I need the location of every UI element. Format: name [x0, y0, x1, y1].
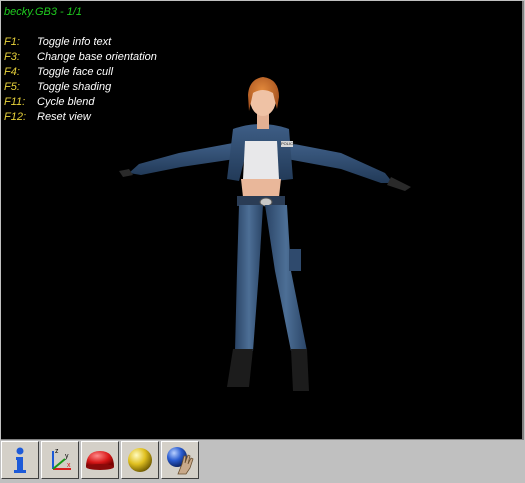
- app-window: becky.GB3 - 1/1 F1: Toggle info text F3:…: [0, 0, 525, 483]
- info-icon: [14, 447, 26, 473]
- yellow-sphere-icon: [128, 448, 152, 472]
- shortcut-row: F3: Change base orientation: [4, 50, 157, 65]
- shortcut-row: F11: Cycle blend: [4, 95, 157, 110]
- blue-sphere-hand-icon: [167, 447, 194, 475]
- face-cull-button[interactable]: [81, 441, 119, 479]
- toolbar: z y x: [1, 441, 201, 482]
- 3d-viewport[interactable]: becky.GB3 - 1/1 F1: Toggle info text F3:…: [1, 1, 524, 440]
- shortcut-key: F5:: [4, 81, 20, 93]
- shortcut-key: F3:: [4, 51, 20, 63]
- badge-text: POLICE: [281, 141, 296, 146]
- shortcut-label: Reset view: [37, 111, 91, 123]
- axis-y-label: y: [65, 453, 69, 460]
- shortcut-key: F1:: [4, 36, 20, 48]
- shortcut-row: F1: Toggle info text: [4, 35, 157, 50]
- red-dome-icon: [86, 451, 114, 470]
- axis-z-label: z: [55, 448, 59, 455]
- shading-button[interactable]: [121, 441, 159, 479]
- axis-x-label: x: [67, 462, 71, 469]
- rotate-view-button[interactable]: [161, 441, 199, 479]
- shortcut-row: F5: Toggle shading: [4, 80, 157, 95]
- shortcut-label: Change base orientation: [37, 51, 157, 63]
- shortcut-label: Cycle blend: [37, 96, 95, 108]
- shortcut-key: F11:: [4, 96, 26, 108]
- info-button[interactable]: [1, 441, 39, 479]
- model-title: becky.GB3 - 1/1: [4, 6, 83, 18]
- shortcut-key: F12:: [4, 111, 27, 123]
- shortcut-label: Toggle face cull: [37, 66, 114, 78]
- shortcut-key: F4:: [4, 66, 20, 78]
- axes-icon: z y x: [52, 448, 71, 470]
- shortcut-row: F4: Toggle face cull: [4, 65, 157, 80]
- shortcut-label: Toggle shading: [37, 81, 112, 93]
- info-overlay: becky.GB3 - 1/1 F1: Toggle info text F3:…: [4, 5, 157, 125]
- shortcut-label: Toggle info text: [37, 36, 112, 48]
- shortcut-row: F12: Reset view: [4, 110, 157, 125]
- axes-button[interactable]: z y x: [41, 441, 79, 479]
